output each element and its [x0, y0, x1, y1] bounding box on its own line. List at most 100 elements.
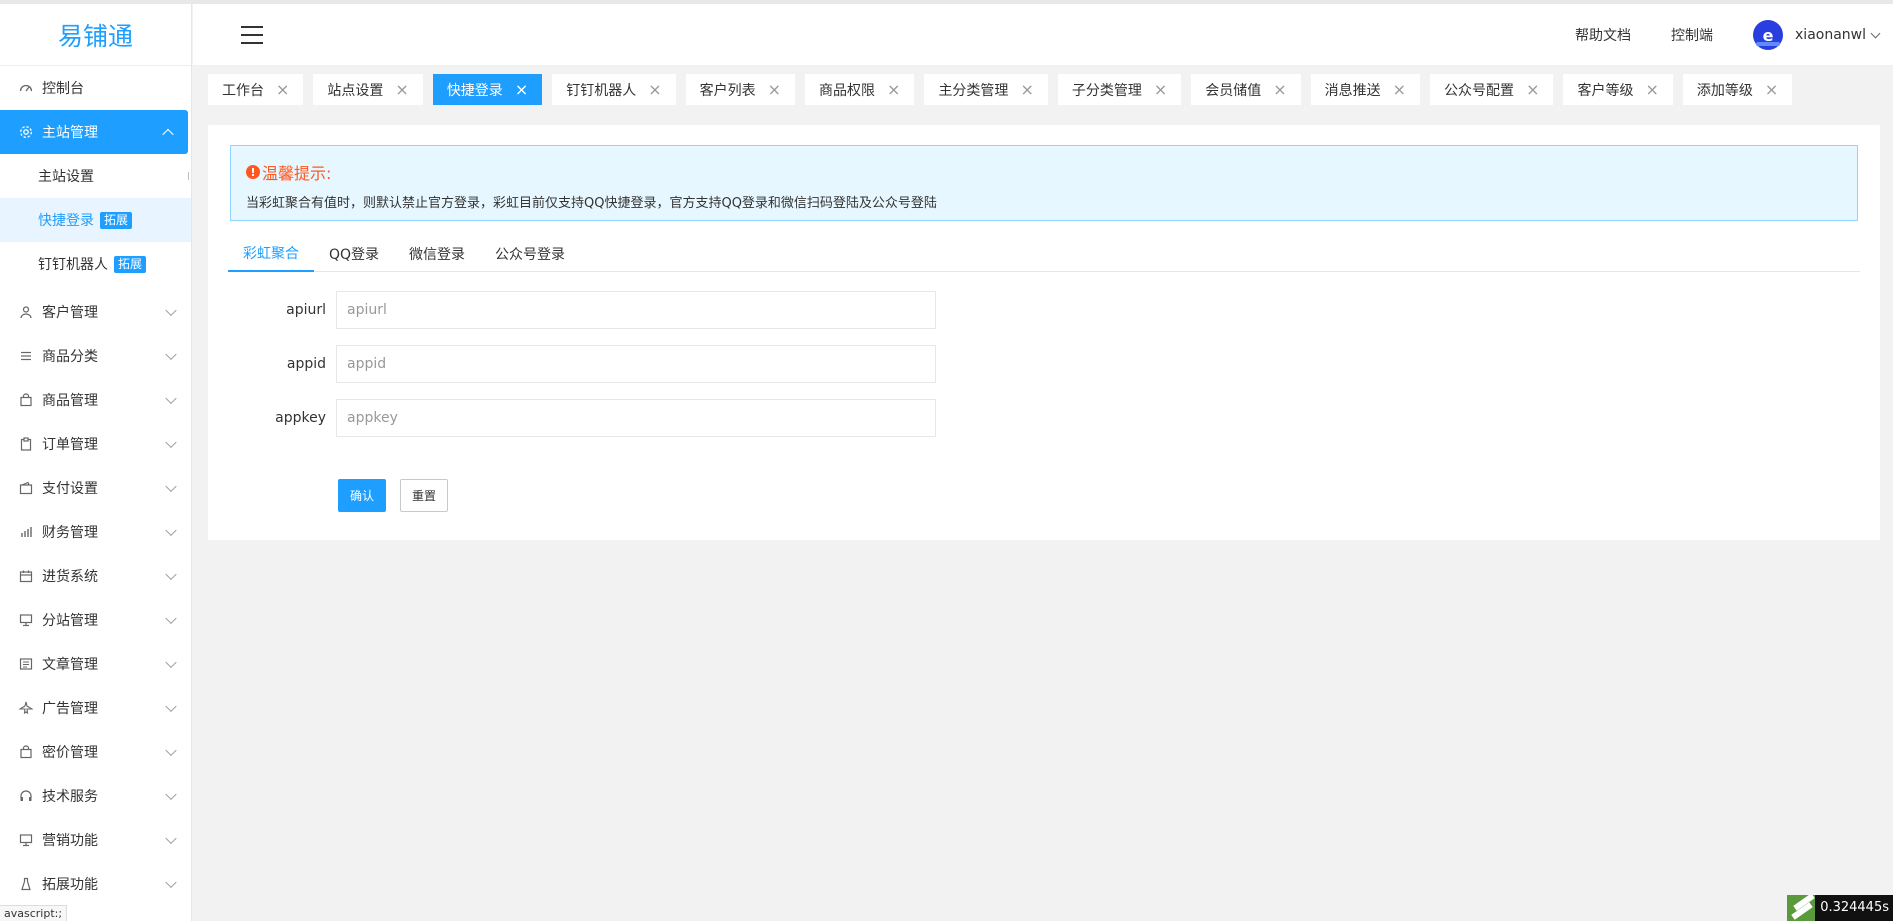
list-icon	[18, 348, 34, 364]
subtab-wechat-login[interactable]: 微信登录	[394, 235, 480, 272]
close-icon[interactable]: ×	[1645, 81, 1658, 98]
close-icon[interactable]: ×	[1273, 81, 1286, 98]
help-docs-link[interactable]: 帮助文档	[1575, 25, 1631, 45]
sidebar: 易铺通 控制台 主站管理 主站设置 快捷登录 拓展 钉钉机器人 拓展 客户管理 …	[0, 4, 192, 921]
sidebar-item-secret-price[interactable]: 密价管理	[0, 730, 191, 774]
tab-official-account-config[interactable]: 公众号配置 ×	[1430, 74, 1554, 105]
sidebar-item-finance[interactable]: 财务管理	[0, 510, 191, 554]
tab-quick-login[interactable]: 快捷登录 ×	[432, 74, 543, 105]
close-icon[interactable]: ×	[768, 81, 781, 98]
close-icon[interactable]: ×	[1526, 81, 1539, 98]
close-icon[interactable]: ×	[515, 81, 528, 98]
close-icon[interactable]: ×	[648, 81, 661, 98]
bag-icon	[18, 744, 34, 760]
chevron-down-icon[interactable]	[1870, 28, 1881, 38]
gear-icon	[18, 124, 34, 140]
tab-main-categories[interactable]: 主分类管理 ×	[924, 74, 1048, 105]
page-timer: 0.324445s	[1787, 895, 1893, 921]
tab-message-push[interactable]: 消息推送 ×	[1310, 74, 1421, 105]
sidebar-item-substations[interactable]: 分站管理	[0, 598, 191, 642]
sidebar-item-dashboard[interactable]: 控制台	[0, 66, 191, 110]
sidebar-item-label: 营销功能	[42, 833, 98, 849]
tab-label: 主分类管理	[938, 82, 1009, 99]
chevron-up-icon	[162, 128, 174, 141]
chevron-down-icon	[165, 480, 177, 493]
tab-member-recharge[interactable]: 会员储值 ×	[1191, 74, 1301, 105]
sidebar-item-tech-service[interactable]: 技术服务	[0, 774, 191, 818]
sidebar-item-label: 文章管理	[42, 657, 98, 673]
close-icon[interactable]: ×	[276, 81, 289, 98]
close-icon[interactable]: ×	[395, 81, 408, 98]
close-icon[interactable]: ×	[887, 81, 900, 98]
plane-icon	[18, 700, 34, 716]
sidebar-item-label: 进货系统	[42, 569, 98, 585]
control-panel-link[interactable]: 控制端	[1671, 25, 1713, 45]
tab-customer-list[interactable]: 客户列表 ×	[685, 74, 796, 105]
sidebar-item-label: 密价管理	[42, 745, 98, 761]
appid-input[interactable]	[336, 345, 936, 383]
appkey-input[interactable]	[336, 399, 936, 437]
sidebar-item-payment[interactable]: 支付设置	[0, 466, 191, 510]
confirm-button[interactable]: 确认	[338, 479, 387, 512]
sidebar-item-label: 拓展功能	[42, 877, 98, 893]
close-icon[interactable]: ×	[1020, 81, 1033, 98]
close-icon[interactable]: ×	[1765, 81, 1778, 98]
sidebar-item-categories[interactable]: 商品分类	[0, 334, 191, 378]
sidebar-item-label: 技术服务	[42, 789, 98, 805]
sidebar-item-main-site[interactable]: 主站管理	[0, 110, 188, 154]
tab-label: 客户等级	[1577, 82, 1634, 99]
apiurl-label: apiurl	[286, 302, 326, 318]
sidebar-collapse-handle[interactable]	[188, 172, 191, 180]
sidebar-item-marketing[interactable]: 营销功能	[0, 818, 191, 862]
top-header: 帮助文档 控制端 e xiaonanwl	[193, 4, 1893, 66]
close-icon[interactable]: ×	[1154, 81, 1167, 98]
calendar-icon	[18, 568, 34, 584]
chevron-down-icon	[165, 304, 177, 317]
tab-label: 工作台	[222, 82, 264, 99]
sidebar-subitem-dingtalk-robot[interactable]: 钉钉机器人 拓展	[0, 242, 191, 286]
browser-status-bar: avascript:;	[0, 905, 68, 921]
chevron-down-icon	[165, 612, 177, 625]
sidebar-item-orders[interactable]: 订单管理	[0, 422, 191, 466]
tab-workbench[interactable]: 工作台 ×	[208, 74, 304, 105]
tab-label: 子分类管理	[1071, 82, 1142, 99]
app-logo[interactable]: 易铺通	[0, 4, 191, 66]
form-actions: 确认 重置	[338, 479, 449, 512]
apiurl-input[interactable]	[336, 291, 936, 329]
notice-title: ! 温馨提示:	[246, 160, 1843, 184]
close-icon[interactable]: ×	[1393, 81, 1406, 98]
sidebar-item-articles[interactable]: 文章管理	[0, 642, 191, 686]
sidebar-subitem-quick-login[interactable]: 快捷登录 拓展	[0, 198, 191, 242]
tab-site-settings[interactable]: 站点设置 ×	[313, 74, 423, 105]
header-right: 帮助文档 控制端 e xiaonanwl	[1575, 4, 1893, 66]
tab-product-permissions[interactable]: 商品权限 ×	[805, 74, 915, 105]
form-row-appid: appid	[230, 345, 936, 383]
tab-dingtalk-robot[interactable]: 钉钉机器人 ×	[552, 74, 676, 105]
sidebar-item-extensions[interactable]: 拓展功能	[0, 862, 191, 906]
warning-icon: !	[246, 165, 260, 179]
sidebar-item-customers[interactable]: 客户管理	[0, 290, 191, 334]
tab-customer-levels[interactable]: 客户等级 ×	[1563, 74, 1673, 105]
menu-toggle-icon[interactable]	[241, 26, 263, 44]
username[interactable]: xiaonanwl	[1795, 27, 1866, 43]
clipboard-icon	[18, 436, 34, 452]
notice-box: ! 温馨提示: 当彩虹聚合有值时，则默认禁止官方登录，彩虹目前仅支持QQ快捷登录…	[230, 145, 1858, 221]
subtab-qq-login[interactable]: QQ登录	[314, 235, 394, 272]
dashboard-icon	[18, 80, 34, 96]
reset-button[interactable]: 重置	[400, 479, 449, 512]
chevron-down-icon	[165, 744, 177, 757]
sidebar-item-purchasing[interactable]: 进货系统	[0, 554, 191, 598]
tab-add-level[interactable]: 添加等级 ×	[1682, 74, 1793, 105]
chevron-down-icon	[165, 876, 177, 889]
avatar[interactable]: e	[1753, 20, 1784, 50]
sidebar-subitem-site-settings[interactable]: 主站设置	[0, 154, 191, 198]
chevron-down-icon	[165, 700, 177, 713]
sidebar-item-products[interactable]: 商品管理	[0, 378, 191, 422]
tab-sub-categories[interactable]: 子分类管理 ×	[1057, 74, 1182, 105]
sidebar-item-ads[interactable]: 广告管理	[0, 686, 191, 730]
bar-chart-icon	[18, 524, 34, 540]
chevron-down-icon	[165, 788, 177, 801]
chevron-down-icon	[165, 392, 177, 405]
subtab-rainbow-aggregate[interactable]: 彩虹聚合	[228, 235, 314, 272]
subtab-official-account-login[interactable]: 公众号登录	[480, 235, 580, 272]
